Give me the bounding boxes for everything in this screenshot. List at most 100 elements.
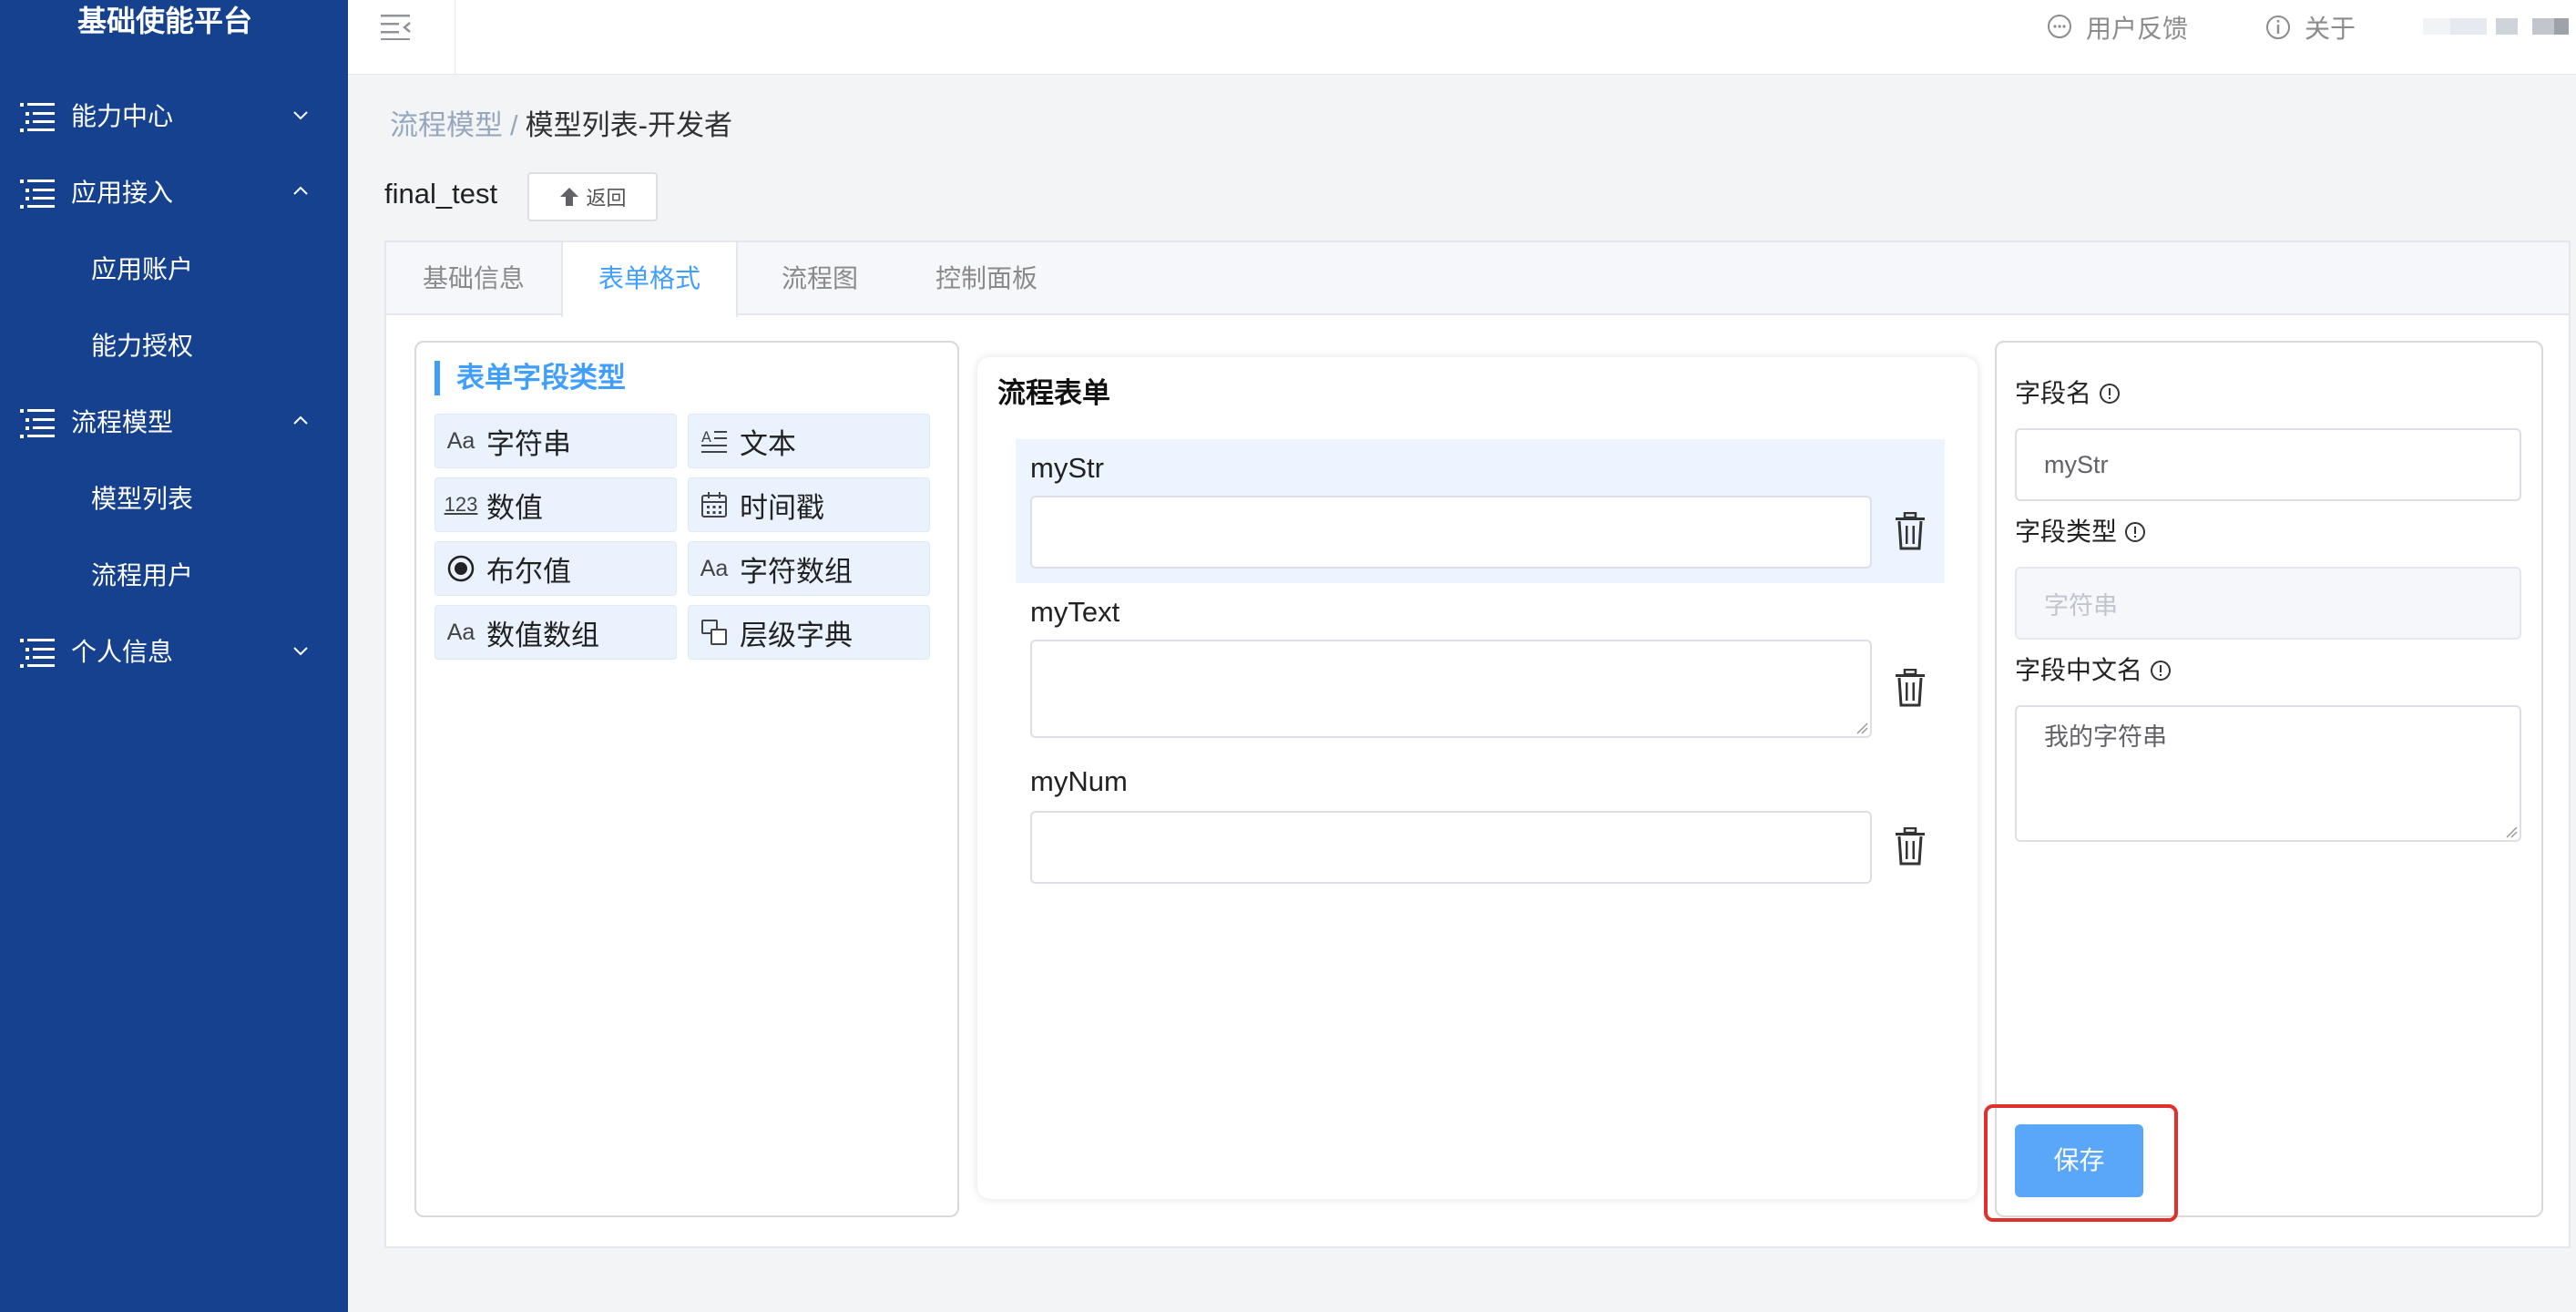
hierarchy-icon	[698, 616, 731, 649]
field-cn-name-textarea[interactable]: 我的字符串	[2015, 705, 2521, 842]
tab-basic-info[interactable]: 基础信息	[386, 242, 561, 315]
feedback-label: 用户反馈	[2086, 15, 2189, 43]
trash-icon[interactable]	[1892, 827, 1928, 867]
sidebar-item-process-users[interactable]: 流程用户	[0, 548, 348, 603]
trash-icon[interactable]	[1892, 669, 1928, 709]
menu-item-process-model[interactable]: 流程模型	[0, 395, 348, 450]
user-avatar[interactable]	[2423, 16, 2569, 36]
field-name-label-text: 字段名	[2015, 379, 2092, 407]
chat-icon	[2048, 15, 2071, 38]
menu-item-app-access[interactable]: 应用接入	[0, 166, 348, 220]
breadcrumb-current: 模型列表-开发者	[525, 109, 732, 141]
field-type-label: 时间戳	[740, 491, 824, 524]
info-icon[interactable]	[2150, 660, 2172, 682]
field-cn-label-text: 字段中文名	[2015, 656, 2143, 684]
sidebar-item-ability-auth[interactable]: 能力授权	[0, 319, 348, 374]
field-type-timestamp[interactable]: 时间戳	[688, 477, 930, 532]
menu-item-ability-center[interactable]: 能力中心	[0, 89, 348, 144]
field-types-title: 表单字段类型	[434, 361, 626, 395]
resize-handle-icon[interactable]	[1855, 722, 1868, 734]
field-type-number[interactable]: 123 数值	[434, 477, 677, 532]
field-type-label: 文本	[740, 427, 796, 460]
field-type-text[interactable]: A 文本	[688, 414, 930, 468]
number-123-icon: 123	[444, 493, 478, 516]
info-icon[interactable]	[2124, 521, 2146, 543]
list-icon	[20, 179, 55, 209]
radio-icon	[445, 552, 477, 585]
field-type-hierarchy-dict[interactable]: 层级字典	[688, 605, 930, 660]
field-label-mynum: myNum	[1030, 765, 1128, 797]
field-cn-name-label: 字段中文名	[2015, 654, 2172, 687]
tab-flowchart[interactable]: 流程图	[738, 242, 902, 315]
process-form-title: 流程表单	[997, 377, 1110, 409]
field-type-string-array[interactable]: Aa 字符数组	[688, 541, 930, 596]
trash-icon[interactable]	[1892, 512, 1928, 552]
menu-label: 能力中心	[71, 102, 174, 130]
resize-handle-icon[interactable]	[2505, 825, 2518, 838]
tab-control-panel[interactable]: 控制面板	[902, 242, 1071, 315]
list-icon	[20, 409, 55, 438]
menu-label: 应用接入	[71, 179, 174, 207]
breadcrumb: 流程模型 / 模型列表-开发者	[390, 108, 732, 144]
back-label: 返回	[586, 187, 627, 210]
sub-item-label: 流程用户	[91, 561, 194, 589]
list-icon	[20, 639, 55, 668]
sidebar-item-model-list[interactable]: 模型列表	[0, 472, 348, 527]
field-label-mytext: myText	[1030, 596, 1120, 628]
tab-bar: 基础信息 表单格式 流程图 控制面板	[386, 242, 2569, 317]
upload-arrow-icon	[560, 188, 579, 206]
model-name: final_test	[384, 178, 498, 210]
field-name-label: 字段名	[2015, 377, 2121, 410]
tab-form-format[interactable]: 表单格式	[561, 242, 738, 317]
chevron-up-icon	[293, 415, 308, 425]
field-properties-panel: 字段名 字段类型 字段中文名 我的字符串	[1995, 341, 2543, 1217]
info-icon[interactable]	[2099, 383, 2121, 405]
field-type-label-text: 字段类型	[2015, 518, 2118, 546]
info-icon	[2266, 15, 2290, 39]
field-input-mystr[interactable]	[1030, 496, 1872, 569]
top-header: 用户反馈 关于	[348, 0, 2576, 75]
about-link[interactable]: 关于	[2264, 9, 2356, 46]
field-type-input	[2015, 567, 2521, 640]
field-type-label: 数值	[486, 491, 543, 524]
field-type-label: 字段类型	[2015, 516, 2146, 548]
text-aa-icon: Aa	[700, 555, 729, 581]
sub-item-label: 模型列表	[91, 485, 194, 513]
chevron-up-icon	[293, 186, 308, 195]
field-type-label: 字符串	[486, 427, 571, 460]
text-aa-icon: Aa	[446, 427, 475, 454]
field-type-string[interactable]: Aa 字符串	[434, 414, 677, 468]
about-label: 关于	[2305, 15, 2356, 43]
menu-fold-icon	[381, 15, 411, 40]
field-cn-value: 我的字符串	[2044, 723, 2167, 751]
sub-item-label: 应用账户	[91, 255, 194, 283]
process-form-panel: 流程表单 myStr myText myNum	[977, 357, 1978, 1199]
sidebar-collapse-button[interactable]	[348, 0, 455, 75]
field-type-label: 字符数组	[740, 555, 853, 588]
breadcrumb-parent[interactable]: 流程模型	[390, 109, 503, 141]
back-button[interactable]: 返回	[527, 172, 658, 221]
field-type-label: 布尔值	[486, 555, 571, 588]
feedback-link[interactable]: 用户反馈	[2046, 9, 2188, 46]
field-type-label: 层级字典	[740, 619, 853, 651]
field-type-number-array[interactable]: Aa 数值数组	[434, 605, 677, 660]
breadcrumb-separator: /	[510, 109, 518, 141]
menu-item-personal-info[interactable]: 个人信息	[0, 625, 348, 680]
save-button[interactable]: 保存	[2015, 1124, 2143, 1197]
field-name-input[interactable]	[2015, 428, 2521, 501]
sidebar-item-app-accounts[interactable]: 应用账户	[0, 242, 348, 297]
field-types-panel: 表单字段类型 Aa 字符串 A 文本 123 数值 时间戳 布尔值 Aa 字符数…	[414, 341, 959, 1217]
sub-item-label: 能力授权	[91, 332, 194, 360]
menu-label: 流程模型	[71, 408, 174, 436]
text-lines-icon: A	[698, 425, 731, 457]
field-type-label: 数值数组	[486, 619, 599, 651]
field-type-boolean[interactable]: 布尔值	[434, 541, 677, 596]
menu-label: 个人信息	[71, 638, 174, 666]
text-aa-icon: Aa	[446, 619, 475, 645]
svg-text:A: A	[701, 428, 711, 446]
chevron-down-icon	[293, 111, 308, 120]
field-textarea-mytext[interactable]	[1030, 640, 1872, 738]
sidebar: 基础使能平台 能力中心 应用接入 应用账户 能力授权 流程模型 模型列表 流程用…	[0, 0, 348, 1312]
field-input-mynum[interactable]	[1030, 811, 1872, 884]
chevron-down-icon	[293, 647, 308, 656]
